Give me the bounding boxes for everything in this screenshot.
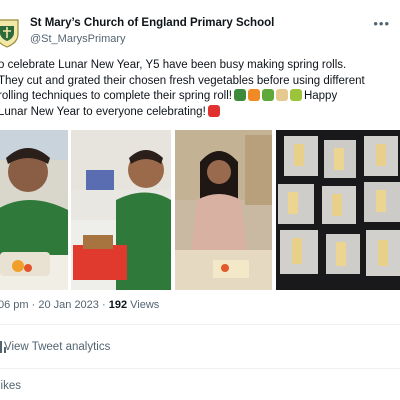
tweet-line-1: o celebrate Lunar New Year, Y5 have been… [0,59,347,71]
broccoli-emoji [233,89,246,101]
tweet-time[interactable]: 06 pm [0,299,29,311]
views-label: Views [130,299,160,311]
photo-2[interactable] [71,130,171,290]
tweet-header: St Mary’s Church of England Primary Scho… [0,8,400,52]
account-name[interactable]: St Mary’s Church of England Primary Scho… [30,17,274,29]
red-envelope-emoji [207,104,220,117]
tweet-line-4: Happy [303,90,338,102]
photo-4[interactable] [276,130,400,290]
onion-emoji [275,89,288,101]
divider [0,368,400,369]
divider [0,324,400,325]
tweet-date[interactable]: 20 Jan 2023 [38,299,99,311]
views-count: 192 [108,299,128,311]
view-analytics-label[interactable]: View Tweet analytics [4,341,110,353]
school-logo-avatar[interactable] [0,18,20,48]
photo-grid [0,130,400,290]
leafy-greens-emoji [261,89,274,101]
carrot-emoji [247,89,260,101]
tweet-line-2: They cut and grated their chosen fresh v… [0,74,365,87]
photo-3[interactable] [175,130,272,290]
tweet-line-5: Lunar New Year to everyone celebrating! [0,105,206,118]
vegetable-emojis [233,89,302,101]
account-handle[interactable]: @St_MarysPrimary [30,33,126,45]
likes-label[interactable]: likes [0,380,21,392]
sprout-emoji [289,89,302,101]
view-analytics-button[interactable]: View Tweet analytics [0,330,400,364]
tweet-line-3: rolling techniques to complete their spr… [0,90,232,102]
photo-1[interactable] [0,130,68,290]
tweet-meta: 06 pm · 20 Jan 2023 · 192 Views [0,299,160,311]
more-horizontal-icon[interactable]: ••• [373,16,390,31]
tweet-text: o celebrate Lunar New Year, Y5 have been… [0,58,400,120]
